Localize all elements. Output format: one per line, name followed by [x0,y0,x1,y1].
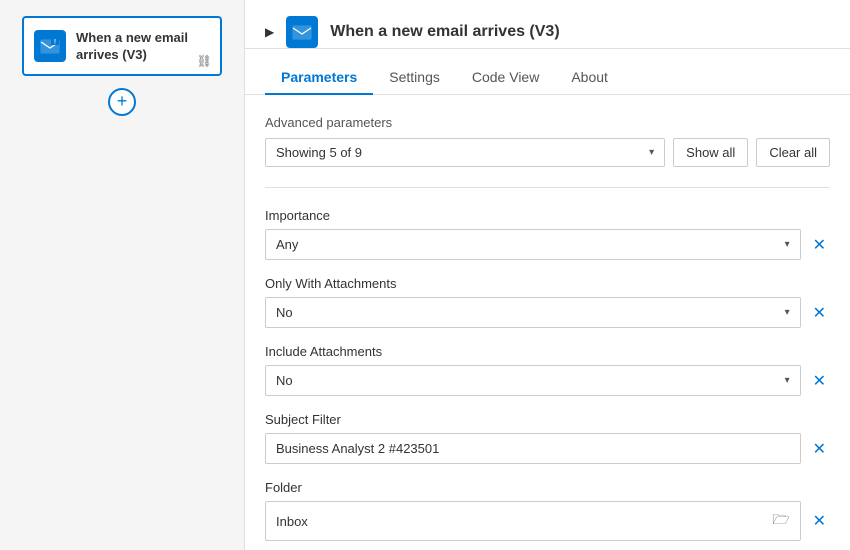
subject-filter-input[interactable] [265,433,801,464]
trigger-card[interactable]: ! When a new email arrives (V3) ⛓ [22,16,222,76]
include-attachments-label: Include Attachments [265,344,830,359]
include-attachments-dropdown[interactable]: No ▾ [265,365,801,396]
include-attachments-value: No [276,373,293,388]
include-attachments-row: No ▾ ✕ [265,365,830,396]
folder-group: Folder Inbox 🗁 ✕ [265,480,830,541]
subject-filter-remove-button[interactable]: ✕ [809,435,830,463]
showing-dropdown[interactable]: Showing 5 of 9 ▾ [265,138,665,167]
folder-value: Inbox [276,514,308,529]
main-panel: ▶ When a new email arrives (V3) Paramete… [245,0,850,550]
add-step-button[interactable]: + [108,88,136,116]
panel-title: When a new email arrives (V3) [330,23,830,41]
divider [265,187,830,188]
subject-filter-row: ✕ [265,433,830,464]
link-icon: ⛓ [197,54,212,68]
importance-value: Any [276,237,298,252]
trigger-card-title: When a new email arrives (V3) [76,30,210,64]
only-with-attachments-row: No ▾ ✕ [265,297,830,328]
only-with-attachments-value: No [276,305,293,320]
importance-chevron-icon: ▾ [785,239,790,250]
expand-button[interactable]: ▶ [265,25,274,39]
clear-all-button[interactable]: Clear all [756,138,830,167]
importance-row: Any ▾ ✕ [265,229,830,260]
show-all-button[interactable]: Show all [673,138,748,167]
only-with-attachments-remove-button[interactable]: ✕ [809,299,830,327]
folder-label: Folder [265,480,830,495]
tab-settings[interactable]: Settings [373,61,456,95]
tab-code-view[interactable]: Code View [456,61,555,95]
include-attachments-remove-button[interactable]: ✕ [809,367,830,395]
only-with-attachments-dropdown[interactable]: No ▾ [265,297,801,328]
importance-remove-button[interactable]: ✕ [809,231,830,259]
content-area: Advanced parameters Showing 5 of 9 ▾ Sho… [245,95,850,550]
importance-dropdown[interactable]: Any ▾ [265,229,801,260]
importance-label: Importance [265,208,830,223]
importance-group: Importance Any ▾ ✕ [265,208,830,260]
folder-browse-icon[interactable]: 🗁 [772,509,789,533]
tab-parameters[interactable]: Parameters [265,61,373,95]
sidebar: ! When a new email arrives (V3) ⛓ + [0,0,245,550]
tab-about[interactable]: About [555,61,624,95]
include-attachments-chevron-icon: ▾ [785,375,790,386]
folder-row: Inbox 🗁 ✕ [265,501,830,541]
advanced-parameters-row: Showing 5 of 9 ▾ Show all Clear all [265,138,830,167]
email-trigger-icon: ! [34,30,66,62]
subject-filter-group: Subject Filter ✕ [265,412,830,464]
only-with-attachments-label: Only With Attachments [265,276,830,291]
include-attachments-group: Include Attachments No ▾ ✕ [265,344,830,396]
only-with-attachments-group: Only With Attachments No ▾ ✕ [265,276,830,328]
subject-filter-label: Subject Filter [265,412,830,427]
only-with-attachments-chevron-icon: ▾ [785,307,790,318]
panel-header: ▶ When a new email arrives (V3) [245,0,850,49]
advanced-parameters-label: Advanced parameters [265,115,830,130]
svg-text:!: ! [54,40,56,46]
showing-text: Showing 5 of 9 [276,145,362,160]
folder-remove-button[interactable]: ✕ [809,507,830,535]
chevron-down-icon: ▾ [649,147,654,158]
folder-input[interactable]: Inbox 🗁 [265,501,801,541]
tab-bar: Parameters Settings Code View About [245,61,850,95]
email-header-icon [286,16,318,48]
